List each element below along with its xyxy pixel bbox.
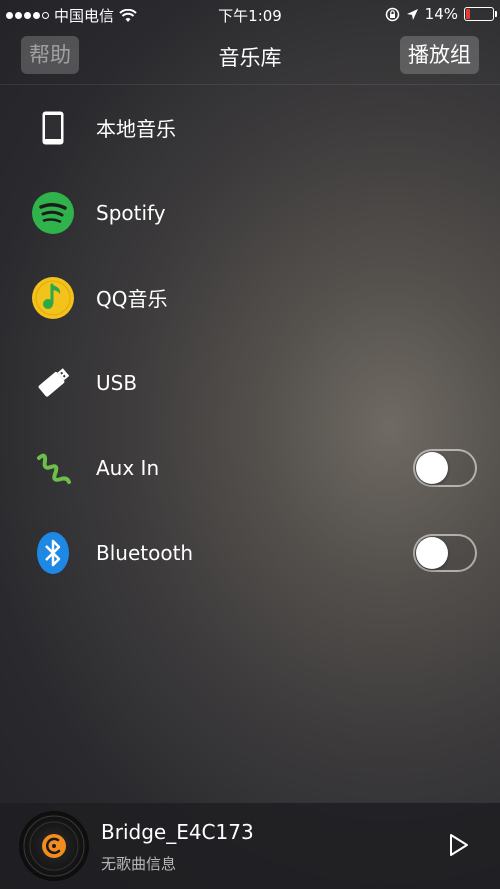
qq-music-icon — [31, 276, 75, 320]
orientation-lock-icon — [385, 7, 399, 21]
source-label: Spotify — [96, 200, 166, 225]
source-label: USB — [96, 370, 138, 395]
source-row-bluetooth[interactable]: Bluetooth — [0, 510, 500, 595]
status-right-group: 14% — [385, 5, 497, 23]
source-row-aux-in[interactable]: Aux In — [0, 425, 500, 510]
source-label: Bluetooth — [96, 540, 194, 565]
play-group-button[interactable]: 播放组 — [400, 36, 479, 74]
source-label: 本地音乐 — [96, 117, 176, 141]
source-label: Aux In — [96, 455, 160, 480]
toggle-knob — [416, 536, 448, 569]
bluetooth-toggle[interactable] — [413, 533, 477, 572]
play-icon — [450, 834, 468, 856]
source-label: QQ音乐 — [96, 287, 168, 311]
song-info: 无歌曲信息 — [101, 855, 177, 873]
play-button[interactable] — [448, 833, 470, 857]
toggle-knob — [416, 451, 448, 484]
navigation-bar: 帮助 音乐库 播放组 — [0, 28, 500, 85]
source-row-qq-music[interactable]: QQ音乐 — [0, 255, 500, 340]
device-name: Bridge_E4C173 — [101, 820, 254, 844]
aux-in-toggle[interactable] — [413, 448, 477, 487]
location-arrow-icon — [406, 8, 418, 20]
usb-icon — [31, 361, 75, 405]
status-bar: 中国电信 下午1:09 14% — [0, 0, 500, 28]
source-row-usb[interactable]: USB — [0, 340, 500, 425]
source-row-local-music[interactable]: 本地音乐 — [0, 85, 500, 170]
spotify-icon — [31, 191, 75, 235]
phone-icon — [31, 106, 75, 150]
now-playing-bar[interactable]: Bridge_E4C173 无歌曲信息 — [0, 803, 500, 889]
battery-percent: 14% — [424, 5, 458, 23]
album-disc-icon — [19, 811, 89, 881]
source-row-spotify[interactable]: Spotify — [0, 170, 500, 255]
battery-icon — [464, 7, 497, 21]
bluetooth-icon — [31, 531, 75, 575]
aux-in-icon — [31, 446, 75, 490]
music-source-list: 本地音乐 Spotify QQ音乐 USB Aux In Bluetooth — [0, 85, 500, 595]
